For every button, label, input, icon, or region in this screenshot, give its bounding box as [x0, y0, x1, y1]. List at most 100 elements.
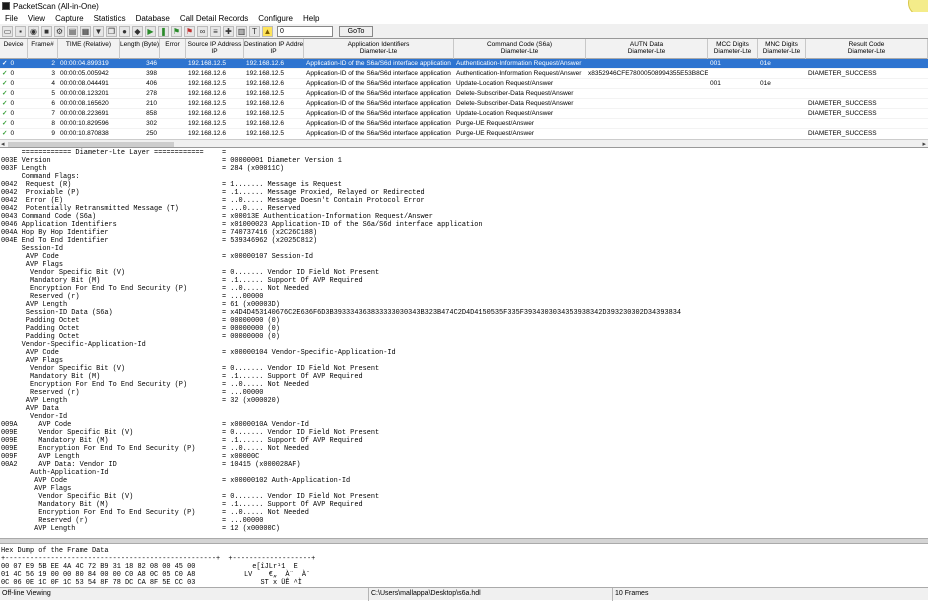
capture-icon[interactable]: ◉	[28, 25, 39, 37]
decode-line[interactable]: ============ Diameter-Lte Layer ========…	[0, 149, 928, 157]
play-green-icon[interactable]: ▶	[145, 25, 156, 37]
table-row[interactable]: ✓ 0 2 00:00:04.899319 346 192.168.12.5 192.168…	[0, 59, 928, 69]
copy-icon[interactable]: ❐	[106, 25, 117, 37]
decode-line[interactable]: AVP Flags	[0, 485, 928, 493]
column-header[interactable]: Length (Byte)	[120, 39, 160, 59]
table-row[interactable]: ✓ 0 7 00:00:08.223691 858 192.168.12.6 192.168…	[0, 109, 928, 119]
decode-line[interactable]: 004E End To End Identifier = 539346962 (x…	[0, 237, 928, 245]
decode-line[interactable]: 0042 Proxiable (P) = .1...... Message Pro…	[0, 189, 928, 197]
decode-line[interactable]: Vendor Specific Bit (V) = 0....... Vendor…	[0, 365, 928, 373]
column-header[interactable]: AUTN Data Diameter-Lte	[586, 39, 708, 59]
table-row[interactable]: ✓ 0 5 00:00:08.123201 278 192.168.12.6 192.168…	[0, 89, 928, 99]
column-header[interactable]: Destination IP Address IP	[244, 39, 304, 59]
settings-icon[interactable]: ⚙	[54, 25, 65, 37]
decode-line[interactable]: 003E Version = 00000001 Diameter Version …	[0, 157, 928, 165]
hex-dump-pane[interactable]: Hex Dump of the Frame Data +------------…	[0, 545, 928, 587]
decode-line[interactable]: Vendor Specific Bit (V) = 0....... Vendor…	[0, 493, 928, 501]
decode-line[interactable]: Encryption For End To End Security (P) = …	[0, 381, 928, 389]
decode-line[interactable]: Reserved (r) = ...00000	[0, 389, 928, 397]
decode-line[interactable]: 0046 Application Identifiers = x01000023 …	[0, 221, 928, 229]
table-row[interactable]: ✓ 0 8 00:00:10.829596 302 192.168.12.5 192.168…	[0, 119, 928, 129]
decode-line[interactable]: 009A AVP Code = x0000010A Vendor-Id	[0, 421, 928, 429]
decode-line[interactable]: 009E Vendor Specific Bit (V) = 0....... V…	[0, 429, 928, 437]
column-header[interactable]: Error	[160, 39, 186, 59]
decode-line[interactable]: Padding Octet = 00000000 (0)	[0, 317, 928, 325]
scrollbar-thumb[interactable]	[8, 142, 174, 147]
decode-line[interactable]: 009E Mandatory Bit (M) = .1...... Support…	[0, 437, 928, 445]
column-header[interactable]: MCC Digits Diameter-Lte	[708, 39, 758, 59]
menu-database[interactable]: Database	[131, 14, 175, 23]
decode-line[interactable]: AVP Length = 32 (x000020)	[0, 397, 928, 405]
decode-line[interactable]: Vendor-Id	[0, 413, 928, 421]
table-row[interactable]: ✓ 0 3 00:00:05.005942 398 192.168.12.6 192.168…	[0, 69, 928, 79]
filter-icon[interactable]: ▼	[93, 25, 104, 37]
print-icon[interactable]: ▤	[67, 25, 78, 37]
decode-line[interactable]: Mandatory Bit (M) = .1...... Support Of A…	[0, 277, 928, 285]
link-icon[interactable]: ∞	[197, 25, 208, 37]
decode-line[interactable]: Mandatory Bit (M) = .1...... Support Of A…	[0, 373, 928, 381]
decode-line[interactable]: 003F Length = 284 (x00011C)	[0, 165, 928, 173]
decode-line[interactable]: AVP Flags	[0, 357, 928, 365]
decode-line[interactable]: 00A2 AVP Data: Vendor ID = 10415 (x000028…	[0, 461, 928, 469]
pause-green-icon[interactable]: ❚	[158, 25, 169, 37]
column-header[interactable]: Application Identifiers Diameter-Lte	[304, 39, 454, 59]
decode-line[interactable]: Mandatory Bit (M) = .1...... Support Of A…	[0, 501, 928, 509]
decode-detail-pane[interactable]: ============ Diameter-Lte Layer ========…	[0, 148, 928, 538]
decode-line[interactable]: 0042 Potentially Retransmitted Message (…	[0, 205, 928, 213]
table-row[interactable]: ✓ 0 9 00:00:10.870838 250 192.168.12.6 192.168…	[0, 129, 928, 138]
menu-statistics[interactable]: Statistics	[89, 14, 131, 23]
decode-line[interactable]: AVP Code = x00000102 Auth-Application-Id	[0, 477, 928, 485]
decode-line[interactable]: Session-Id	[0, 245, 928, 253]
horizontal-scrollbar[interactable]: ◂ ▸	[0, 139, 928, 148]
decode-line[interactable]: Session-ID Data (S6a) = x4D4D453140676C2E…	[0, 309, 928, 317]
open-icon[interactable]: ▭	[2, 25, 13, 37]
decode-line[interactable]: 009E Encryption For End To End Security …	[0, 445, 928, 453]
decode-line[interactable]: Encryption For End To End Security (P) = …	[0, 285, 928, 293]
decode-line[interactable]: AVP Length = 61 (x00003D)	[0, 301, 928, 309]
decode-line[interactable]: 004A Hop By Hop Identifier = 740737416 (x…	[0, 229, 928, 237]
column-header[interactable]: Device	[0, 39, 28, 59]
column-header[interactable]: MNC Digits Diameter-Lte	[758, 39, 806, 59]
menu-view[interactable]: View	[23, 14, 50, 23]
list-icon[interactable]: ≡	[210, 25, 221, 37]
decode-line[interactable]: Reserved (r) = ...00000	[0, 517, 928, 525]
decode-line[interactable]: Command Flags:	[0, 173, 928, 181]
decode-line[interactable]: Vendor-Specific-Application-Id	[0, 341, 928, 349]
menu-configure[interactable]: Configure	[253, 14, 298, 23]
decode-line[interactable]: Encryption For End To End Security (P) = …	[0, 509, 928, 517]
grid-icon[interactable]: ▦	[80, 25, 91, 37]
decode-line[interactable]: Vendor Specific Bit (V) = 0....... Vendor…	[0, 269, 928, 277]
goto-input[interactable]	[277, 25, 333, 37]
menu-file[interactable]: File	[0, 14, 23, 23]
marker-icon[interactable]: ◆	[132, 25, 143, 37]
decode-line[interactable]: 0043 Command Code (S6a) = x00013E Authent…	[0, 213, 928, 221]
menu-call-detail-records[interactable]: Call Detail Records	[175, 14, 253, 23]
decode-line[interactable]: Padding Octet = 00000000 (0)	[0, 333, 928, 341]
tools-icon[interactable]: ✚	[223, 25, 234, 37]
table-row[interactable]: ✓ 0 6 00:00:08.165620 210 192.168.12.5 192.168…	[0, 99, 928, 109]
column-header[interactable]: Command Code (S6a) Diameter-Lte	[454, 39, 586, 59]
flag-green-icon[interactable]: ⚑	[171, 25, 182, 37]
decode-line[interactable]: 009F AVP Length = x00000C	[0, 453, 928, 461]
scroll-left-icon[interactable]: ◂	[1, 140, 5, 148]
column-header[interactable]: TIME (Relative)	[58, 39, 120, 59]
goto-button[interactable]: GoTo	[339, 25, 373, 37]
chart-yellow-icon[interactable]: ▲	[262, 25, 273, 37]
record-icon[interactable]: ●	[119, 25, 130, 37]
stop-icon[interactable]: ■	[41, 25, 52, 37]
decode-line[interactable]: AVP Data	[0, 405, 928, 413]
scroll-right-icon[interactable]: ▸	[922, 140, 926, 148]
decode-line[interactable]: AVP Length = 12 (x00000C)	[0, 525, 928, 533]
decode-line[interactable]: Reserved (r) = ...00000	[0, 293, 928, 301]
column-header[interactable]: Source IP Address IP	[186, 39, 244, 59]
menu-capture[interactable]: Capture	[50, 14, 88, 23]
decode-line[interactable]: 0042 Error (E) = ..0..... Message Doesn't…	[0, 197, 928, 205]
flag-red-icon[interactable]: ⚑	[184, 25, 195, 37]
text-icon[interactable]: T	[249, 25, 260, 37]
column-header[interactable]: Frame#	[28, 39, 58, 59]
save-icon[interactable]: ▪	[15, 25, 26, 37]
menu-help[interactable]: Help	[298, 14, 324, 23]
decode-line[interactable]: Auth-Application-Id	[0, 469, 928, 477]
table-row[interactable]: ✓ 0 4 00:00:08.044491 406 192.168.12.5 192.168…	[0, 79, 928, 89]
decode-line[interactable]: AVP Flags	[0, 261, 928, 269]
